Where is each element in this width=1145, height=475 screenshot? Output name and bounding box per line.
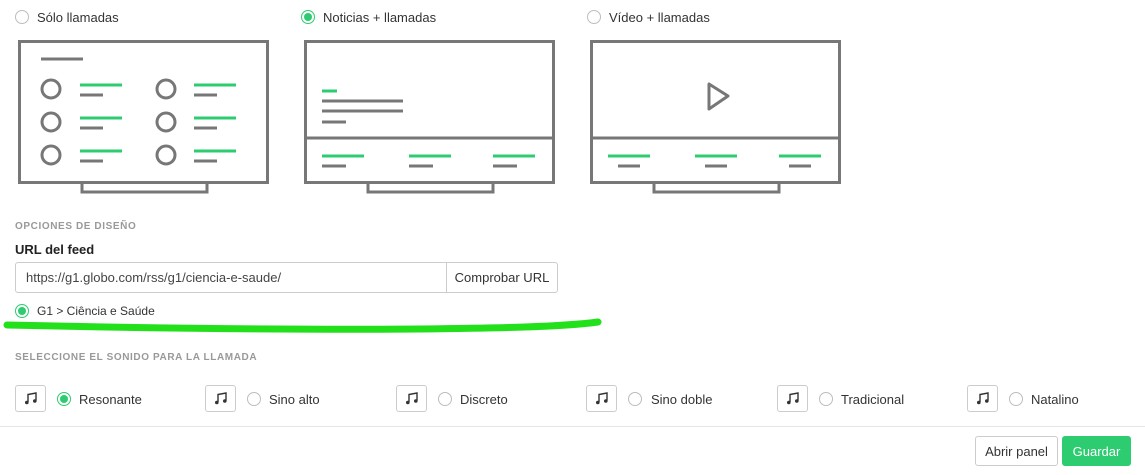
sound-radio-discreto[interactable] [438, 392, 452, 406]
music-note-icon [786, 391, 799, 404]
sound-radio-sino-alto[interactable] [247, 392, 261, 406]
play-sound-discreto-button[interactable] [396, 385, 427, 412]
sound-label-sino-doble: Sino doble [651, 392, 713, 407]
feed-url-input[interactable] [15, 262, 447, 293]
sound-label-sino-alto: Sino alto [269, 392, 320, 407]
play-icon [707, 82, 730, 111]
play-sound-sino-doble-button[interactable] [586, 385, 617, 412]
sound-radio-resonante[interactable] [57, 392, 71, 406]
news-calls-preview-icon[interactable] [304, 40, 556, 196]
play-sound-sino-alto-button[interactable] [205, 385, 236, 412]
footer-divider [0, 426, 1145, 427]
layout-label-video-calls: Vídeo + llamadas [609, 10, 710, 25]
calls-only-preview-icon[interactable] [18, 40, 270, 196]
sound-label-natalino: Natalino [1031, 392, 1079, 407]
sound-label-discreto: Discreto [460, 392, 508, 407]
open-panel-button[interactable]: Abrir panel [975, 436, 1058, 466]
play-sound-natalino-button[interactable] [967, 385, 998, 412]
layout-radio-video-calls[interactable] [587, 10, 601, 24]
sound-radio-sino-doble[interactable] [628, 392, 642, 406]
sound-section-title: SELECCIONE EL SONIDO PARA LA LLAMADA [15, 352, 258, 363]
sound-radio-natalino[interactable] [1009, 392, 1023, 406]
design-section-title: OPCIONES DE DISEÑO [15, 221, 137, 232]
play-sound-resonante-button[interactable] [15, 385, 46, 412]
sound-label-resonante: Resonante [79, 392, 142, 407]
feed-url-label: URL del feed [15, 242, 95, 257]
music-note-icon [405, 391, 418, 404]
video-calls-preview-icon[interactable] [590, 40, 842, 196]
music-note-icon [976, 391, 989, 404]
sound-label-tradicional: Tradicional [841, 392, 905, 407]
layout-radio-news-calls[interactable] [301, 10, 315, 24]
check-url-button[interactable]: Comprobar URL [446, 262, 558, 293]
save-button[interactable]: Guardar [1062, 436, 1131, 466]
layout-label-news-calls: Noticias + llamadas [323, 10, 437, 25]
music-note-icon [24, 391, 37, 404]
play-sound-tradicional-button[interactable] [777, 385, 808, 412]
music-note-icon [595, 391, 608, 404]
layout-label-calls-only: Sólo llamadas [37, 10, 119, 25]
music-note-icon [214, 391, 227, 404]
sound-radio-tradicional[interactable] [819, 392, 833, 406]
layout-radio-calls-only[interactable] [15, 10, 29, 24]
highlight-stroke [3, 318, 602, 333]
